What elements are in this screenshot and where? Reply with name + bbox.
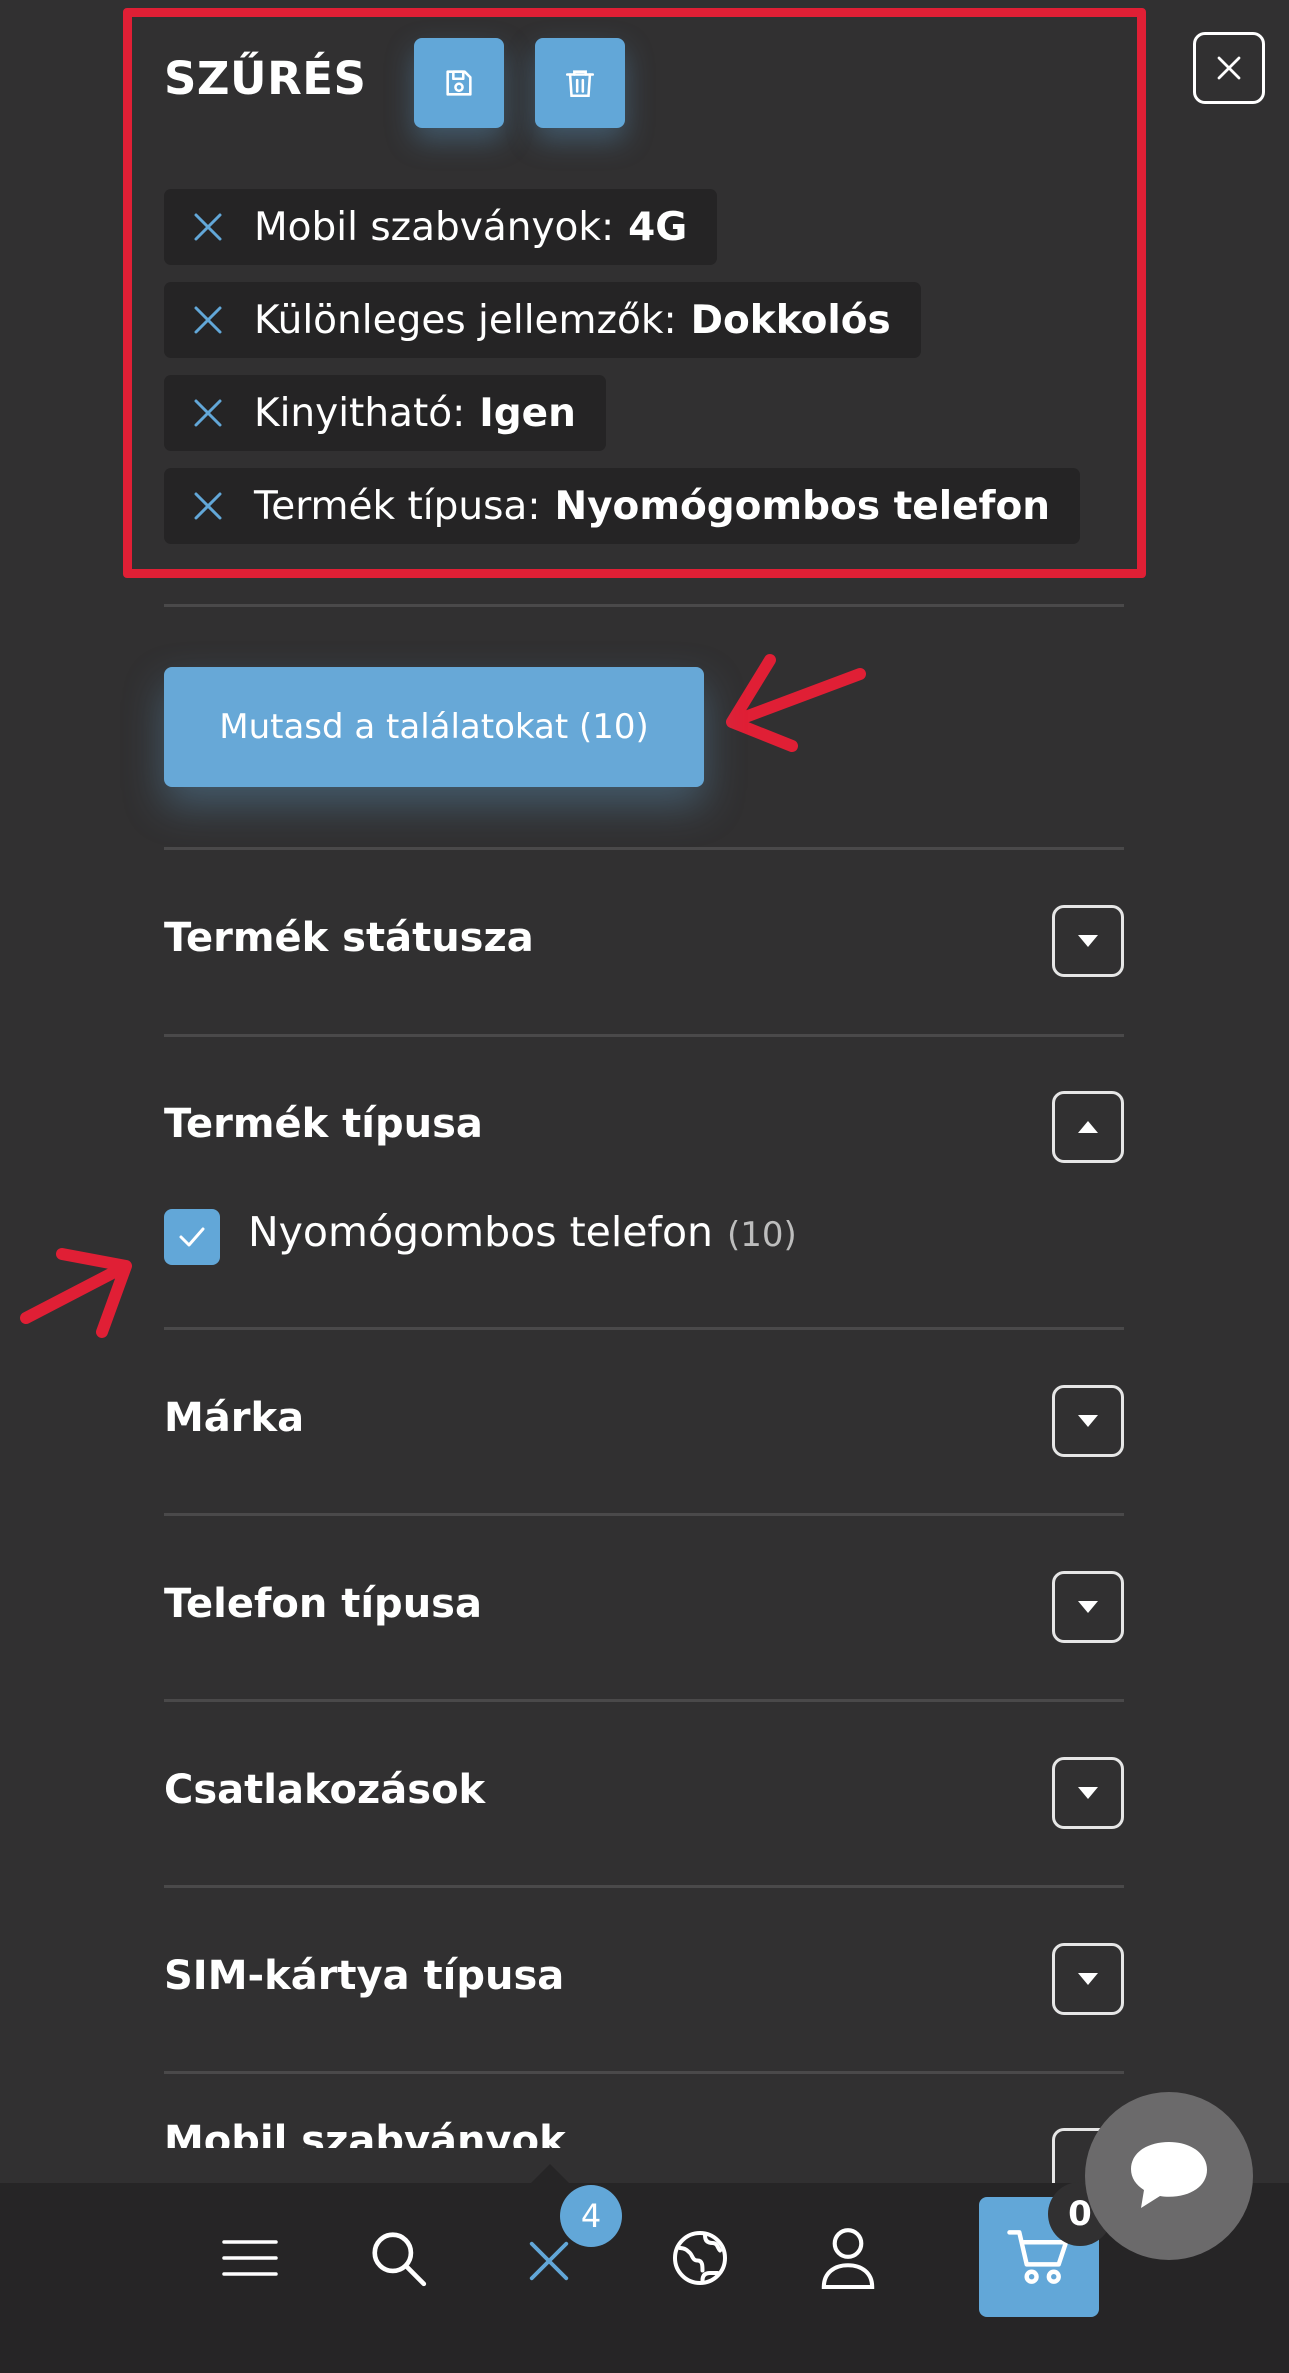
menu-icon (222, 2240, 278, 2276)
divider (164, 1327, 1124, 1330)
section-toggle-button[interactable] (1052, 905, 1124, 977)
section-title-brand[interactable]: Márka (164, 1395, 304, 1441)
chat-button[interactable] (1085, 2092, 1253, 2260)
section-toggle-button[interactable] (1052, 1943, 1124, 2015)
divider (164, 604, 1124, 607)
divider (164, 1699, 1124, 1702)
divider (164, 847, 1124, 850)
section-title-phone-type[interactable]: Telefon típusa (164, 1581, 482, 1627)
section-title-product-status[interactable]: Termék státusza (164, 915, 534, 961)
checkmark-icon (179, 1227, 205, 1247)
globe-icon (673, 2231, 727, 2285)
section-title-product-type[interactable]: Termék típusa (164, 1101, 483, 1147)
search-button[interactable] (362, 2222, 434, 2294)
divider (164, 2071, 1124, 2074)
search-icon (372, 2232, 427, 2287)
close-icon (1217, 56, 1241, 80)
account-button[interactable] (812, 2220, 884, 2296)
chat-icon (1131, 2142, 1207, 2208)
section-title-sim-type[interactable]: SIM-kártya típusa (164, 1953, 564, 1999)
option-label[interactable]: Nyomógombos telefon (10) (248, 1208, 797, 1256)
section-toggle-button[interactable] (1052, 1571, 1124, 1643)
option-count: (10) (727, 1215, 797, 1255)
section-title-connections[interactable]: Csatlakozások (164, 1767, 485, 1813)
option-checkbox[interactable] (164, 1209, 220, 1265)
active-tab-pointer (530, 2164, 570, 2184)
section-toggle-button[interactable] (1052, 1757, 1124, 1829)
caret-down-icon (1078, 1787, 1098, 1799)
filter-count-badge: 4 (560, 2185, 622, 2247)
section-title-partial[interactable]: Mobil szabványok (164, 2118, 566, 2148)
caret-down-icon (1078, 935, 1098, 947)
user-icon (821, 2228, 875, 2290)
show-results-button[interactable]: Mutasd a találatokat (10) (164, 667, 704, 787)
menu-button[interactable] (214, 2228, 286, 2288)
caret-down-icon (1078, 1601, 1098, 1613)
annotation-arrow (726, 654, 866, 752)
option-label-text: Nyomógombos telefon (248, 1208, 714, 1256)
annotation-arrow (20, 1248, 132, 1338)
caret-down-icon (1078, 1415, 1098, 1427)
divider (164, 1034, 1124, 1037)
divider (164, 1885, 1124, 1888)
caret-down-icon (1078, 1973, 1098, 1985)
caret-up-icon (1078, 1121, 1098, 1133)
annotation-highlight-box (123, 8, 1146, 578)
close-icon (529, 2241, 569, 2281)
language-button[interactable] (664, 2222, 736, 2294)
close-panel-button[interactable] (1193, 32, 1265, 104)
divider (164, 1513, 1124, 1516)
section-toggle-button[interactable] (1052, 1091, 1124, 1163)
section-toggle-button[interactable] (1052, 1385, 1124, 1457)
